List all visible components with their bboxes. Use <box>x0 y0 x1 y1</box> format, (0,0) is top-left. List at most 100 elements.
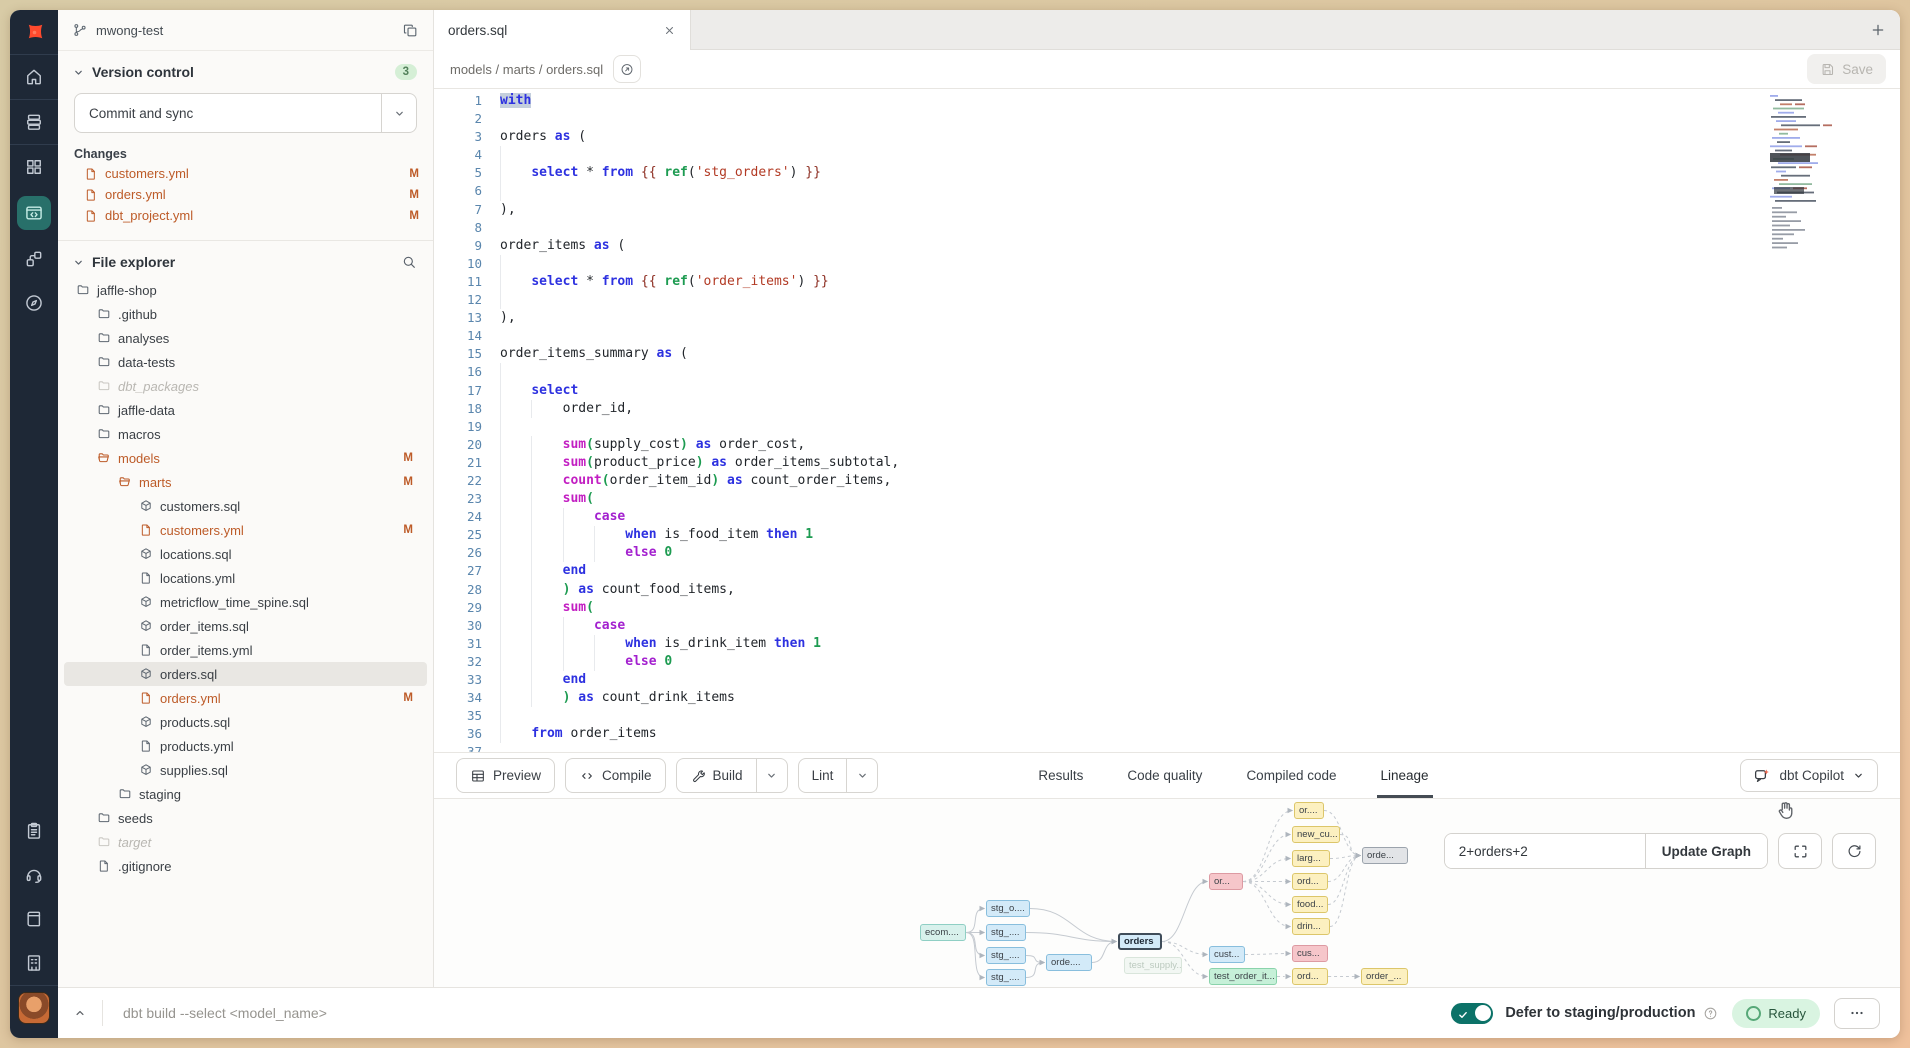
code-editor[interactable]: 1with23orders as (4 5 select * from {{ r… <box>434 89 1900 752</box>
nav-item-stack[interactable] <box>10 100 58 144</box>
preview-button[interactable]: Preview <box>456 758 555 793</box>
dbt-copilot-button[interactable]: dbt Copilot <box>1740 759 1878 792</box>
changed-file-name: orders.yml <box>105 187 166 202</box>
nav-item-home[interactable] <box>10 55 58 99</box>
file-tree-item-jaffle-shop[interactable]: jaffle-shop <box>64 278 427 302</box>
lineage-canvas[interactable]: ecom.... stg_o.... stg_.... stg_.... stg_...… <box>434 799 1900 987</box>
copy-icon[interactable] <box>402 22 419 39</box>
version-control-header[interactable]: Version control 3 <box>58 51 433 84</box>
lineage-node-cuspink[interactable]: cus... <box>1292 945 1328 962</box>
update-graph-button[interactable]: Update Graph <box>1645 834 1767 868</box>
file-tree-item-models[interactable]: modelsM <box>64 446 427 470</box>
lineage-node-y2[interactable]: larg... <box>1292 850 1330 867</box>
lineage-node-tsup[interactable]: test_supply... <box>1124 957 1182 974</box>
lineage-node-y7[interactable]: order_... <box>1361 968 1408 985</box>
file-tree-item-marts[interactable]: martsM <box>64 470 427 494</box>
file-tree-item-data-tests[interactable]: data-tests <box>64 350 427 374</box>
file-tree-item-order-items.sql[interactable]: order_items.sql <box>64 614 427 638</box>
file-tree-item-dbt-packages[interactable]: dbt_packages <box>64 374 427 398</box>
nav-item-code-ide[interactable] <box>10 189 58 237</box>
version-control-title: Version control <box>92 64 194 80</box>
lineage-node-y5[interactable]: drin... <box>1292 918 1330 935</box>
lint-button[interactable]: Lint <box>798 758 879 793</box>
nav-item-headset[interactable] <box>10 853 58 897</box>
new-tab-button[interactable] <box>1856 10 1900 50</box>
nav-item-dbt-logo[interactable] <box>10 10 58 54</box>
lineage-node-stg0[interactable]: stg_o.... <box>986 900 1030 917</box>
nav-item-book[interactable] <box>10 897 58 941</box>
file-tree-item-products.sql[interactable]: products.sql <box>64 710 427 734</box>
file-tree-item-customers.sql[interactable]: customers.sql <box>64 494 427 518</box>
file-tree-item-jaffle-data[interactable]: jaffle-data <box>64 398 427 422</box>
file-tree-item-orders.yml[interactable]: orders.ymlM <box>64 686 427 710</box>
file-tree-item-products.yml[interactable]: products.yml <box>64 734 427 758</box>
file-tree-item-.gitignore[interactable]: .gitignore <box>64 854 427 878</box>
lineage-node-y0[interactable]: or.... <box>1294 802 1324 819</box>
nav-item-compass[interactable] <box>10 281 58 325</box>
file-tree-item-macros[interactable]: macros <box>64 422 427 446</box>
refresh-icon[interactable] <box>1832 833 1876 869</box>
file-explorer-header[interactable]: File explorer <box>58 241 433 274</box>
avatar[interactable] <box>18 992 50 1024</box>
file-tree-item-target[interactable]: target <box>64 830 427 854</box>
lineage-node-orpink[interactable]: or... <box>1209 873 1243 890</box>
compile-button[interactable]: Compile <box>565 758 666 793</box>
more-options-button[interactable] <box>1834 998 1880 1029</box>
panel-tab-lineage[interactable]: Lineage <box>1381 753 1429 798</box>
code-line: 7), <box>434 201 1900 219</box>
lineage-node-cust[interactable]: cust... <box>1209 946 1245 963</box>
defer-toggle[interactable] <box>1451 1003 1493 1024</box>
file-tree-item-metricflow-time-spine.sql[interactable]: metricflow_time_spine.sql <box>64 590 427 614</box>
changed-file[interactable]: orders.ymlM <box>58 184 433 205</box>
lineage-node-gray[interactable]: orde... <box>1362 847 1408 864</box>
file-tree-item-customers.yml[interactable]: customers.ymlM <box>64 518 427 542</box>
commit-options-chevron[interactable] <box>381 94 416 132</box>
lineage-node-stg1[interactable]: stg_.... <box>986 924 1026 941</box>
panel-tab-compiled-code[interactable]: Compiled code <box>1246 753 1336 798</box>
panel-tab-code-quality[interactable]: Code quality <box>1127 753 1202 798</box>
lineage-compass-icon[interactable] <box>613 55 641 83</box>
file-tree-item-analyses[interactable]: analyses <box>64 326 427 350</box>
file-tree-item-orders.sql[interactable]: orders.sql <box>64 662 427 686</box>
wrench-icon <box>690 768 706 784</box>
build-button[interactable]: Build <box>676 758 788 793</box>
tab-orders-sql[interactable]: orders.sql <box>434 10 691 50</box>
lineage-node-orde1[interactable]: orde.... <box>1046 954 1092 971</box>
chevron-down-icon[interactable] <box>846 759 877 792</box>
nav-item-share[interactable] <box>10 237 58 281</box>
lineage-node-stg2[interactable]: stg_.... <box>986 947 1026 964</box>
nav-item-avatar[interactable] <box>10 986 58 1030</box>
commit-and-sync-button[interactable]: Commit and sync <box>74 93 417 133</box>
nav-item-grid[interactable] <box>10 145 58 189</box>
lineage-node-y3[interactable]: ord... <box>1292 873 1328 890</box>
changed-file[interactable]: dbt_project.ymlM <box>58 205 433 226</box>
file-tree-item-supplies.sql[interactable]: supplies.sql <box>64 758 427 782</box>
file-tree-item-staging[interactable]: staging <box>64 782 427 806</box>
nav-item-building[interactable] <box>10 941 58 985</box>
collapse-command-bar-button[interactable] <box>58 988 102 1038</box>
nav-item-clipboard[interactable] <box>10 809 58 853</box>
lineage-node-torder[interactable]: test_order_it... <box>1209 968 1277 985</box>
lineage-node-stg3[interactable]: stg_.... <box>986 969 1026 986</box>
lineage-node-y4[interactable]: food... <box>1292 896 1328 913</box>
command-input[interactable] <box>121 1004 1451 1022</box>
info-icon[interactable] <box>1703 1006 1718 1021</box>
lineage-node-orders[interactable]: orders <box>1118 933 1162 950</box>
minimap[interactable] <box>1770 95 1832 265</box>
file-tree-item-.github[interactable]: .github <box>64 302 427 326</box>
lineage-node-y6[interactable]: ord... <box>1292 968 1328 985</box>
fullscreen-icon[interactable] <box>1778 833 1822 869</box>
file-tree-item-seeds[interactable]: seeds <box>64 806 427 830</box>
save-button[interactable]: Save <box>1807 54 1886 84</box>
changed-file[interactable]: customers.ymlM <box>58 163 433 184</box>
file-tree-item-order-items.yml[interactable]: order_items.yml <box>64 638 427 662</box>
panel-tab-results[interactable]: Results <box>1038 753 1083 798</box>
close-icon[interactable] <box>663 24 676 37</box>
lineage-node-y1[interactable]: new_cu... <box>1292 826 1340 843</box>
file-tree-item-locations.yml[interactable]: locations.yml <box>64 566 427 590</box>
chevron-down-icon[interactable] <box>756 759 787 792</box>
lineage-selector-input[interactable] <box>1445 834 1645 868</box>
file-tree-item-locations.sql[interactable]: locations.sql <box>64 542 427 566</box>
lineage-node-ecom[interactable]: ecom.... <box>920 924 966 941</box>
search-icon[interactable] <box>401 254 417 270</box>
